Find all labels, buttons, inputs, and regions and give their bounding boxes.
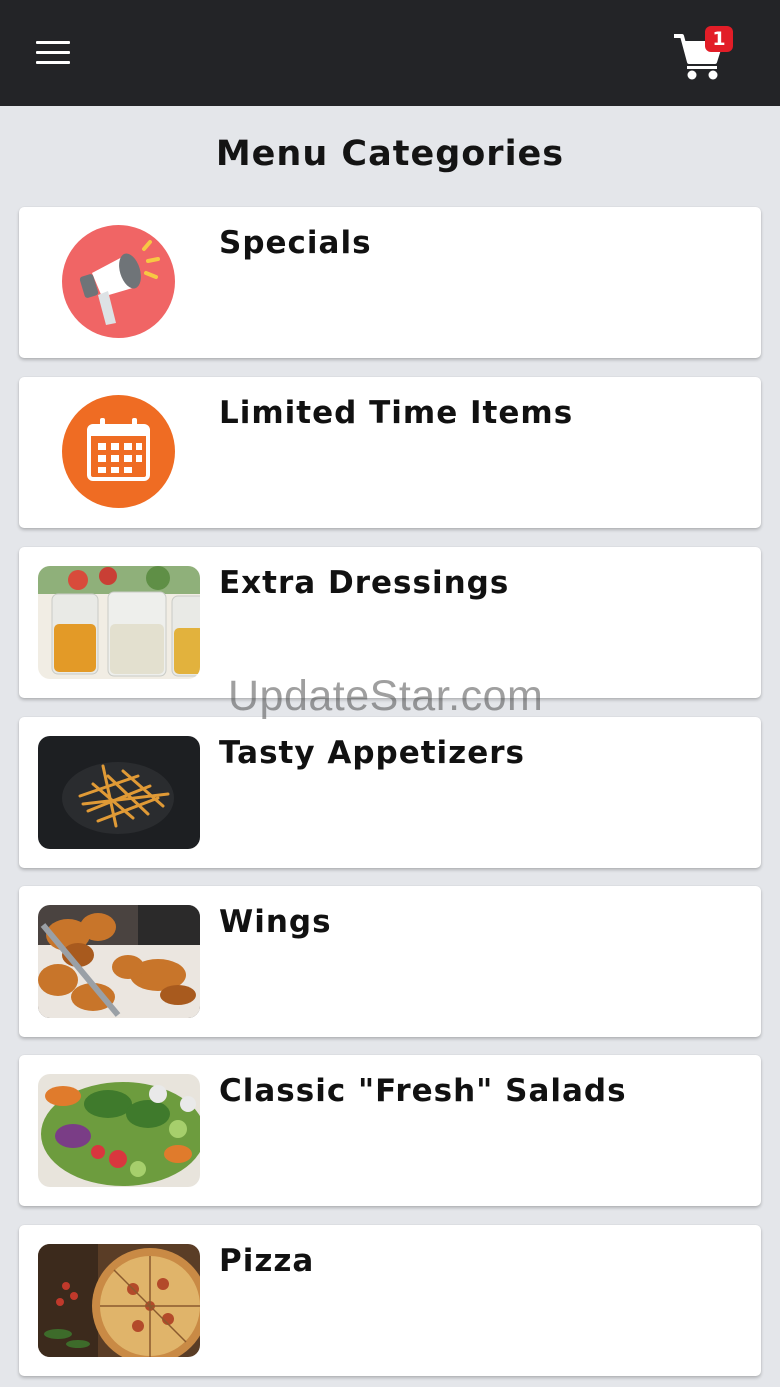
category-card-extra-dressings[interactable]: Extra Dressings — [19, 547, 761, 698]
category-label: Tasty Appetizers — [219, 735, 525, 771]
salad-photo — [38, 1074, 200, 1187]
dressing-jars-photo — [38, 566, 200, 679]
category-card-specials[interactable]: Specials — [19, 207, 761, 358]
category-card-limited-time-items[interactable]: Limited Time Items — [19, 377, 761, 528]
megaphone-icon — [62, 225, 175, 338]
category-card-tasty-appetizers[interactable]: Tasty Appetizers — [19, 717, 761, 868]
top-app-bar: 1 — [0, 0, 780, 106]
cart-button[interactable]: 1 — [672, 24, 738, 80]
category-label: Pizza — [219, 1243, 315, 1279]
category-card-wings[interactable]: Wings — [19, 886, 761, 1037]
category-label: Limited Time Items — [219, 395, 574, 431]
category-card-pizza[interactable]: Pizza — [19, 1225, 761, 1376]
fried-wings-photo — [38, 905, 200, 1018]
category-label: Wings — [219, 904, 332, 940]
category-label: Specials — [219, 225, 372, 261]
fries-photo — [38, 736, 200, 849]
calendar-icon — [62, 395, 175, 508]
cart-count-badge: 1 — [705, 26, 733, 52]
page-title: Menu Categories — [215, 134, 565, 174]
pizza-photo — [38, 1244, 200, 1357]
category-label: Classic "Fresh" Salads — [219, 1073, 627, 1109]
hamburger-menu-icon[interactable] — [36, 41, 70, 65]
category-card-classic-fresh-salads[interactable]: Classic "Fresh" Salads — [19, 1055, 761, 1206]
category-label: Extra Dressings — [219, 565, 510, 601]
